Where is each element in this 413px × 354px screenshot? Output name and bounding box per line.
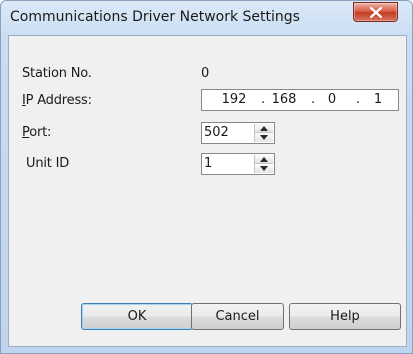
ip-address-field[interactable]: 192 . 168 . 0 . 1: [201, 89, 399, 111]
close-icon: [370, 7, 382, 18]
ip-address-label: IP Address:: [22, 93, 92, 108]
port-decrement-button[interactable]: [255, 133, 273, 142]
ip-dot-separator: .: [356, 92, 361, 107]
arrow-up-icon: [260, 157, 268, 162]
station-no-label: Station No.: [22, 66, 92, 81]
unit-id-spin-buttons: [254, 155, 273, 173]
arrow-up-icon: [260, 126, 268, 131]
unit-id-input[interactable]: 1: [204, 156, 212, 171]
ip-octet-4[interactable]: 1: [364, 92, 392, 107]
arrow-down-icon: [260, 135, 268, 140]
arrow-down-icon: [260, 166, 268, 171]
ip-dot-separator: .: [311, 92, 316, 107]
port-stepper[interactable]: 502: [201, 122, 275, 144]
close-button[interactable]: [353, 2, 398, 22]
ip-octet-2[interactable]: 168: [268, 92, 300, 107]
cancel-button[interactable]: Cancel: [191, 303, 284, 330]
station-no-value: 0: [201, 66, 210, 81]
dialog-window: Communications Driver Network Settings S…: [0, 0, 413, 354]
ip-dot-separator: .: [261, 92, 266, 107]
ip-address-label-text: P Address:: [25, 93, 92, 108]
unit-id-label: Unit ID: [26, 156, 70, 171]
port-spin-buttons: [254, 124, 273, 142]
unit-id-stepper[interactable]: 1: [201, 153, 275, 175]
window-title: Communications Driver Network Settings: [10, 9, 300, 25]
port-increment-button[interactable]: [255, 124, 273, 133]
port-label: Port:: [22, 125, 51, 140]
title-bar[interactable]: Communications Driver Network Settings: [1, 1, 412, 35]
port-label-text: ort:: [29, 125, 52, 140]
ip-octet-1[interactable]: 192: [218, 92, 250, 107]
unit-id-increment-button[interactable]: [255, 155, 273, 164]
port-input[interactable]: 502: [204, 125, 229, 140]
ok-button[interactable]: OK: [81, 303, 193, 330]
ip-octet-3[interactable]: 0: [318, 92, 346, 107]
dialog-client-area: Station No. 0 IP Address: 192 . 168 . 0 …: [8, 35, 407, 347]
unit-id-decrement-button[interactable]: [255, 164, 273, 173]
help-button[interactable]: Help: [289, 303, 401, 330]
